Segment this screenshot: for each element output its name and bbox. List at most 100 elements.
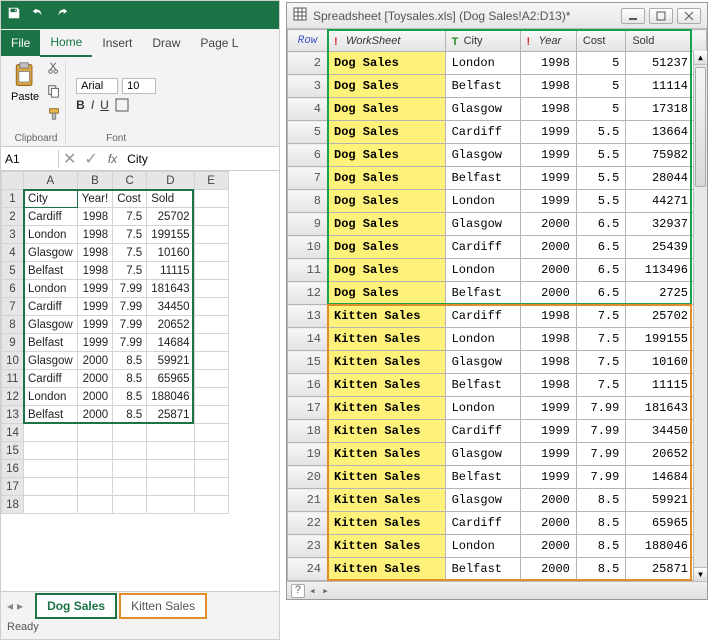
cell-cost[interactable]: 7.99 xyxy=(576,397,625,420)
row-header[interactable]: 18 xyxy=(2,496,24,514)
cell[interactable]: 25871 xyxy=(147,406,194,424)
cell[interactable]: 1999 xyxy=(77,280,112,298)
undo-icon[interactable] xyxy=(31,6,45,25)
row-header[interactable]: 6 xyxy=(2,280,24,298)
minimize-button[interactable] xyxy=(621,8,645,24)
cell-year[interactable]: 1999 xyxy=(520,420,576,443)
cell[interactable] xyxy=(194,262,228,280)
row-number[interactable]: 13 xyxy=(288,305,328,328)
col-header-sold[interactable]: Sold xyxy=(626,30,707,52)
copy-icon[interactable] xyxy=(47,84,61,103)
cell-city[interactable]: Belfast xyxy=(445,282,520,305)
cell[interactable]: Cardiff xyxy=(24,370,78,388)
cell[interactable]: Year! xyxy=(77,190,112,208)
cell-worksheet[interactable]: Dog Sales xyxy=(328,75,446,98)
cell-cost[interactable]: 8.5 xyxy=(576,512,625,535)
cell[interactable]: 2000 xyxy=(77,406,112,424)
cell[interactable] xyxy=(24,460,78,478)
cell[interactable] xyxy=(113,460,147,478)
cell-worksheet[interactable]: Kitten Sales xyxy=(328,443,446,466)
cell-worksheet[interactable]: Kitten Sales xyxy=(328,328,446,351)
cell-cost[interactable]: 7.5 xyxy=(576,374,625,397)
cell-cost[interactable]: 5.5 xyxy=(576,121,625,144)
cell[interactable] xyxy=(194,280,228,298)
cell[interactable]: 7.5 xyxy=(113,244,147,262)
cell-cost[interactable]: 5 xyxy=(576,75,625,98)
cell[interactable]: Belfast xyxy=(24,262,78,280)
cell[interactable]: London xyxy=(24,388,78,406)
cell-cost[interactable]: 7.99 xyxy=(576,466,625,489)
cell[interactable]: 34450 xyxy=(147,298,194,316)
cell[interactable] xyxy=(147,496,194,514)
cell-city[interactable]: London xyxy=(445,259,520,282)
row-number[interactable]: 19 xyxy=(288,443,328,466)
cell[interactable]: 181643 xyxy=(147,280,194,298)
cell-cost[interactable]: 5.5 xyxy=(576,144,625,167)
cell-city[interactable]: Glasgow xyxy=(445,443,520,466)
col-header-cost[interactable]: Cost xyxy=(576,30,625,52)
row-number[interactable]: 3 xyxy=(288,75,328,98)
cell-year[interactable]: 2000 xyxy=(520,213,576,236)
cell-city[interactable]: Belfast xyxy=(445,466,520,489)
cell-year[interactable]: 2000 xyxy=(520,558,576,581)
cell-city[interactable]: Cardiff xyxy=(445,121,520,144)
cell-year[interactable]: 1998 xyxy=(520,328,576,351)
cell[interactable] xyxy=(194,208,228,226)
cell[interactable]: London xyxy=(24,280,78,298)
cell[interactable]: 1998 xyxy=(77,208,112,226)
name-box[interactable]: A1 xyxy=(1,150,59,168)
col-header-year[interactable]: !Year xyxy=(520,30,576,52)
cell[interactable] xyxy=(77,424,112,442)
cell-city[interactable]: Glasgow xyxy=(445,213,520,236)
worksheet-grid[interactable]: ABCDE1CityYear!CostSold2Cardiff19987.525… xyxy=(1,171,279,591)
row-number[interactable]: 11 xyxy=(288,259,328,282)
cell[interactable]: Glasgow xyxy=(24,352,78,370)
save-icon[interactable] xyxy=(7,6,21,25)
row-header[interactable]: 5 xyxy=(2,262,24,280)
row-number[interactable]: 24 xyxy=(288,558,328,581)
cell-cost[interactable]: 8.5 xyxy=(576,558,625,581)
cell[interactable] xyxy=(194,334,228,352)
cell[interactable] xyxy=(113,424,147,442)
row-number[interactable]: 20 xyxy=(288,466,328,489)
cell-worksheet[interactable]: Dog Sales xyxy=(328,144,446,167)
cell-worksheet[interactable]: Kitten Sales xyxy=(328,305,446,328)
cell-city[interactable]: Belfast xyxy=(445,558,520,581)
row-number[interactable]: 5 xyxy=(288,121,328,144)
cell-city[interactable]: London xyxy=(445,535,520,558)
cell-city[interactable]: Cardiff xyxy=(445,236,520,259)
cell-worksheet[interactable]: Dog Sales xyxy=(328,121,446,144)
cell-year[interactable]: 1998 xyxy=(520,52,576,75)
cell-cost[interactable]: 6.5 xyxy=(576,236,625,259)
cell[interactable]: 199155 xyxy=(147,226,194,244)
cell[interactable] xyxy=(113,496,147,514)
cell[interactable]: 7.5 xyxy=(113,208,147,226)
underline-button[interactable]: U xyxy=(100,98,109,115)
cell-cost[interactable]: 5 xyxy=(576,52,625,75)
cell[interactable] xyxy=(194,460,228,478)
cell[interactable]: City xyxy=(24,190,78,208)
cell-year[interactable]: 2000 xyxy=(520,535,576,558)
cell-worksheet[interactable]: Kitten Sales xyxy=(328,558,446,581)
cell-city[interactable]: London xyxy=(445,190,520,213)
cell-year[interactable]: 1998 xyxy=(520,75,576,98)
row-number[interactable]: 18 xyxy=(288,420,328,443)
cell[interactable]: Belfast xyxy=(24,406,78,424)
col-header-D[interactable]: D xyxy=(147,172,194,190)
cell-worksheet[interactable]: Dog Sales xyxy=(328,213,446,236)
cell-worksheet[interactable]: Dog Sales xyxy=(328,52,446,75)
close-button[interactable] xyxy=(677,8,701,24)
row-header[interactable]: 9 xyxy=(2,334,24,352)
row-header[interactable]: 12 xyxy=(2,388,24,406)
cell[interactable] xyxy=(147,478,194,496)
row-header[interactable]: 17 xyxy=(2,478,24,496)
cell-worksheet[interactable]: Kitten Sales xyxy=(328,351,446,374)
cell[interactable] xyxy=(24,496,78,514)
cell-cost[interactable]: 6.5 xyxy=(576,259,625,282)
cell[interactable] xyxy=(24,478,78,496)
cell[interactable] xyxy=(194,478,228,496)
cell[interactable]: 1998 xyxy=(77,226,112,244)
row-header[interactable]: 3 xyxy=(2,226,24,244)
row-number[interactable]: 7 xyxy=(288,167,328,190)
cell[interactable]: Cost xyxy=(113,190,147,208)
